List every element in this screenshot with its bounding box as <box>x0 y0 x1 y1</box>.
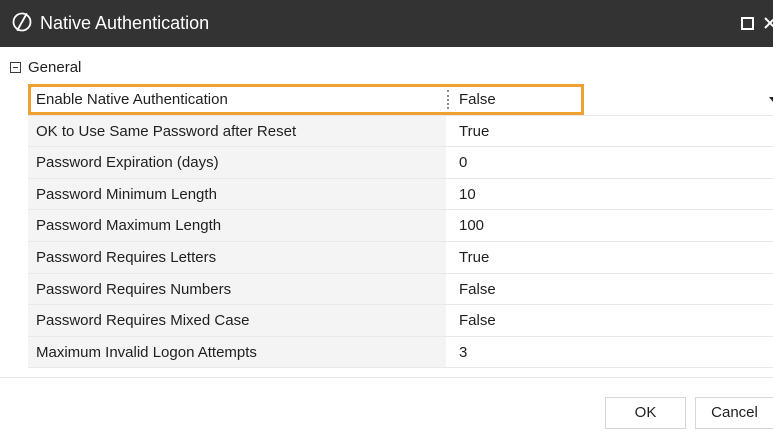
property-value[interactable]: False <box>450 274 773 305</box>
footer-divider <box>0 377 773 378</box>
property-value[interactable]: False <box>450 305 773 336</box>
property-name: Password Requires Letters <box>28 241 446 273</box>
close-icon[interactable] <box>763 12 773 34</box>
slashed-circle-icon <box>11 11 33 33</box>
property-row[interactable]: Password Maximum Length 100 <box>28 210 773 242</box>
property-name: Password Maximum Length <box>28 210 446 241</box>
section-label: General <box>28 59 82 76</box>
property-value[interactable]: 0 <box>450 147 773 178</box>
property-name: Password Minimum Length <box>28 178 446 210</box>
cancel-button[interactable]: Cancel <box>695 397 773 429</box>
property-row[interactable]: Password Expiration (days) 0 <box>28 147 773 179</box>
property-grid: Enable Native Authentication False OK to… <box>28 84 773 369</box>
property-row[interactable]: Password Requires Numbers False <box>28 273 773 306</box>
chevron-down-icon[interactable] <box>769 97 773 102</box>
property-row-enable-native-authentication[interactable]: Enable Native Authentication False <box>28 84 773 116</box>
property-value[interactable]: 10 <box>450 179 773 210</box>
ok-button[interactable]: OK <box>605 397 686 429</box>
property-row[interactable]: Password Requires Letters True <box>28 241 773 274</box>
minus-box-icon[interactable] <box>10 62 21 73</box>
property-value[interactable]: True <box>450 242 773 273</box>
property-value[interactable]: 100 <box>450 210 773 241</box>
property-row[interactable]: Password Minimum Length 10 <box>28 178 773 211</box>
property-name: Password Requires Mixed Case <box>28 305 446 336</box>
window-title: Native Authentication <box>40 13 210 33</box>
title-bar[interactable]: Native Authentication <box>0 0 773 47</box>
property-row[interactable]: Maximum Invalid Logon Attempts 3 <box>28 336 773 369</box>
property-name: Password Expiration (days) <box>28 147 446 178</box>
property-value[interactable]: 3 <box>450 337 773 368</box>
property-name: Enable Native Authentication <box>28 84 446 115</box>
maximize-icon[interactable] <box>740 16 754 30</box>
property-name: Maximum Invalid Logon Attempts <box>28 336 446 368</box>
property-value-dropdown[interactable]: False <box>450 84 773 115</box>
property-value[interactable]: True <box>450 116 773 147</box>
property-row[interactable]: OK to Use Same Password after Reset True <box>28 115 773 148</box>
section-general: General <box>0 53 773 83</box>
property-name: Password Requires Numbers <box>28 273 446 305</box>
property-name: OK to Use Same Password after Reset <box>28 115 446 147</box>
property-row[interactable]: Password Requires Mixed Case False <box>28 305 773 337</box>
column-divider <box>447 90 449 109</box>
